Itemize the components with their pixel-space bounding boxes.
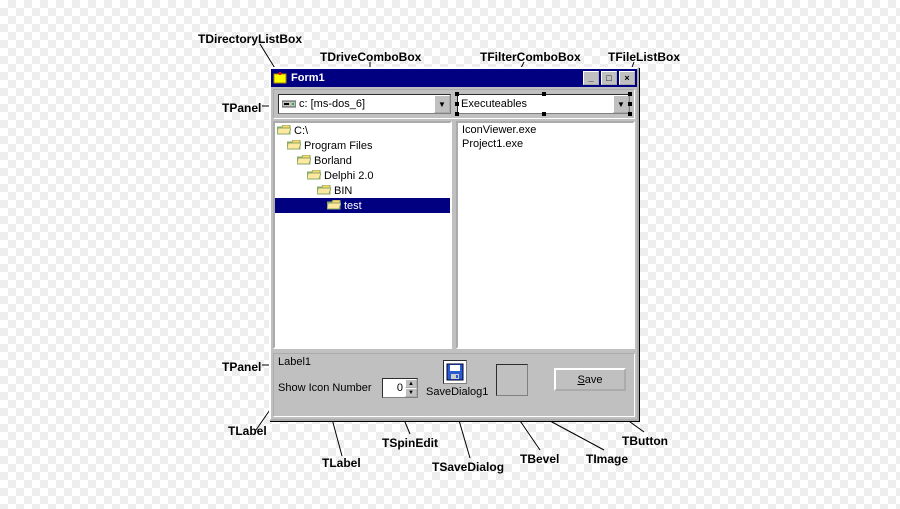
titlebar[interactable]: Form1 _ □ × bbox=[271, 69, 637, 87]
close-button[interactable]: × bbox=[619, 71, 635, 85]
window-title: Form1 bbox=[291, 72, 581, 84]
directory-item[interactable]: C:\ bbox=[275, 123, 450, 138]
filter-combobox[interactable]: Executeables ▼ bbox=[457, 94, 630, 114]
spin-down-button[interactable]: ▼ bbox=[405, 388, 417, 397]
callout-tsavedialog: TSaveDialog bbox=[432, 460, 504, 474]
callout-tbevel: TBevel bbox=[520, 452, 559, 466]
label1: Label1 bbox=[278, 356, 311, 368]
top-panel: c: [ms-dos_6] ▼ Executeables ▼ bbox=[273, 89, 635, 119]
directory-item[interactable]: Program Files bbox=[275, 138, 450, 153]
save-button[interactable]: Save bbox=[554, 368, 626, 391]
callout-tfilelistbox: TFileListBox bbox=[608, 50, 680, 64]
filter-dropdown-button[interactable]: ▼ bbox=[613, 95, 629, 113]
callout-tbutton: TButton bbox=[622, 434, 668, 448]
directory-item[interactable]: Borland bbox=[275, 153, 450, 168]
maximize-button[interactable]: □ bbox=[601, 71, 617, 85]
directory-listbox[interactable]: C:\ Program Files Borland Delphi 2.0 BIN… bbox=[273, 121, 452, 349]
icon-number-spinedit[interactable]: ▲ ▼ bbox=[382, 378, 418, 398]
drive-icon bbox=[282, 99, 296, 109]
file-item[interactable]: IconViewer.exe bbox=[458, 123, 633, 137]
spin-up-button[interactable]: ▲ bbox=[405, 379, 417, 388]
callout-tdirectorylistbox: TDirectoryListBox bbox=[198, 32, 302, 46]
bevel-frame bbox=[496, 364, 528, 396]
save-button-underline-char: S bbox=[577, 374, 584, 386]
minimize-button[interactable]: _ bbox=[583, 71, 599, 85]
app-icon bbox=[273, 71, 287, 85]
floppy-icon bbox=[446, 363, 464, 381]
save-button-rest: ave bbox=[585, 374, 603, 386]
drive-dropdown-button[interactable]: ▼ bbox=[434, 95, 450, 113]
directory-item[interactable]: BIN bbox=[275, 183, 450, 198]
callout-tpanel-top: TPanel bbox=[222, 101, 261, 115]
file-listbox[interactable]: IconViewer.exeProject1.exe bbox=[456, 121, 635, 349]
file-item[interactable]: Project1.exe bbox=[458, 137, 633, 151]
filter-combo-text: Executeables bbox=[461, 98, 527, 110]
drive-combobox[interactable]: c: [ms-dos_6] ▼ bbox=[278, 94, 451, 114]
savedialog-label: SaveDialog1 bbox=[426, 386, 488, 398]
spin-input[interactable] bbox=[383, 379, 405, 397]
callout-tspinedit: TSpinEdit bbox=[382, 436, 438, 450]
directory-item[interactable]: test bbox=[275, 198, 450, 213]
callout-tdrivecombobox: TDriveComboBox bbox=[320, 50, 421, 64]
callout-tpanel-bottom: TPanel bbox=[222, 360, 261, 374]
drive-combo-text: c: [ms-dos_6] bbox=[299, 98, 365, 110]
callout-timage: TImage bbox=[586, 452, 628, 466]
callout-tfiltercombobox: TFilterComboBox bbox=[480, 50, 581, 64]
bottom-panel: Label1 Show Icon Number ▲ ▼ SaveDialog1 … bbox=[273, 353, 635, 417]
callout-tlabel-1: TLabel bbox=[228, 424, 267, 438]
callout-tlabel-2: TLabel bbox=[322, 456, 361, 470]
directory-item[interactable]: Delphi 2.0 bbox=[275, 168, 450, 183]
form-window: Form1 _ □ × c: [ms-dos_6] ▼ Executeables bbox=[269, 67, 639, 421]
savedialog-component-icon[interactable] bbox=[443, 360, 467, 384]
show-icon-number-label: Show Icon Number bbox=[278, 382, 372, 394]
